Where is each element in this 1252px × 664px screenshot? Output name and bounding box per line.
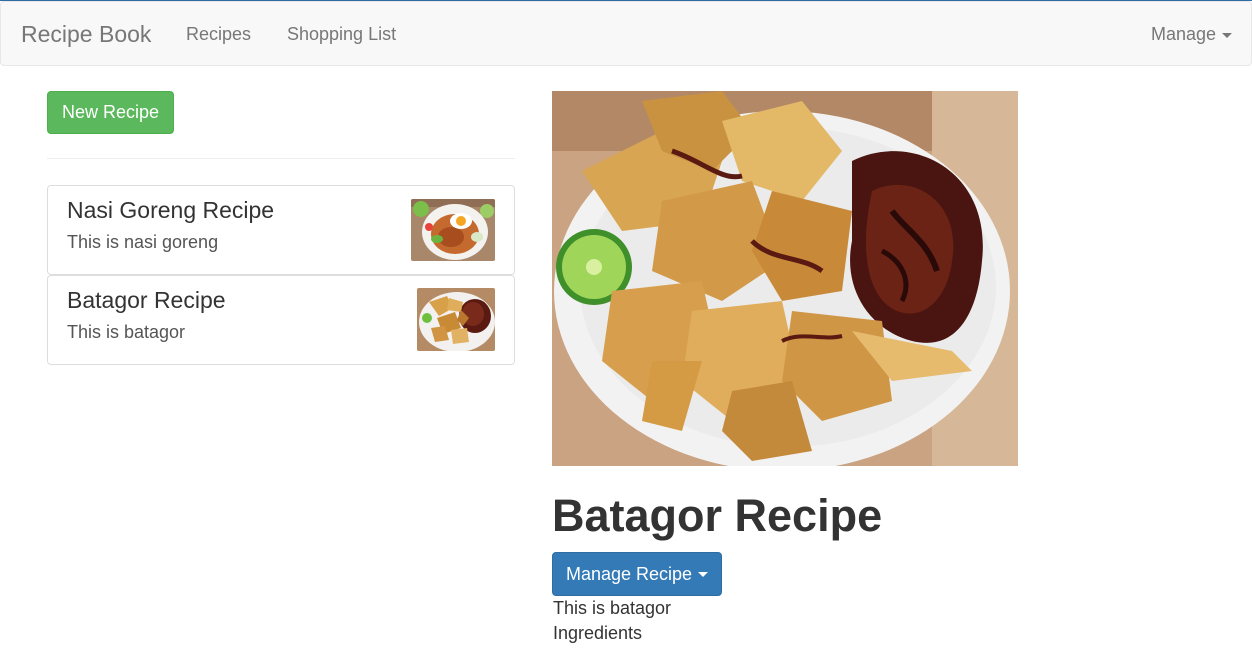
recipe-item-title: Nasi Goreng Recipe <box>67 197 275 223</box>
recipe-detail-title: Batagor Recipe <box>552 490 883 541</box>
manage-recipe-label: Manage Recipe <box>565 563 693 584</box>
recipe-list-item[interactable]: Nasi Goreng Recipe This is nasi goreng <box>47 185 515 275</box>
manage-dropdown[interactable]: Manage <box>1151 24 1233 45</box>
nasi-goreng-thumbnail <box>411 199 495 261</box>
nav-link-recipes[interactable]: Recipes <box>186 24 251 45</box>
ingredients-heading: Ingredients <box>553 623 643 643</box>
caret-down-icon <box>1222 32 1233 38</box>
divider <box>47 158 515 159</box>
caret-down-icon <box>698 571 709 577</box>
recipe-item-description: This is nasi goreng <box>67 232 219 252</box>
batagor-thumbnail <box>417 288 495 351</box>
recipe-item-description: This is batagor <box>67 322 186 342</box>
nav-link-shopping-list[interactable]: Shopping List <box>287 24 396 45</box>
recipe-item-title: Batagor Recipe <box>67 287 226 313</box>
manage-dropdown-label: Manage <box>1151 24 1217 44</box>
recipe-detail-description: This is batagor <box>553 598 672 618</box>
navbar: Recipe Book Recipes Shopping List Manage <box>0 1 1252 66</box>
batagor-photo <box>552 91 1018 466</box>
navbar-brand[interactable]: Recipe Book <box>21 21 151 48</box>
recipe-list-item[interactable]: Batagor Recipe This is batagor <box>47 275 515 365</box>
new-recipe-button[interactable]: New Recipe <box>47 91 174 134</box>
manage-recipe-button[interactable]: Manage Recipe <box>552 552 722 596</box>
